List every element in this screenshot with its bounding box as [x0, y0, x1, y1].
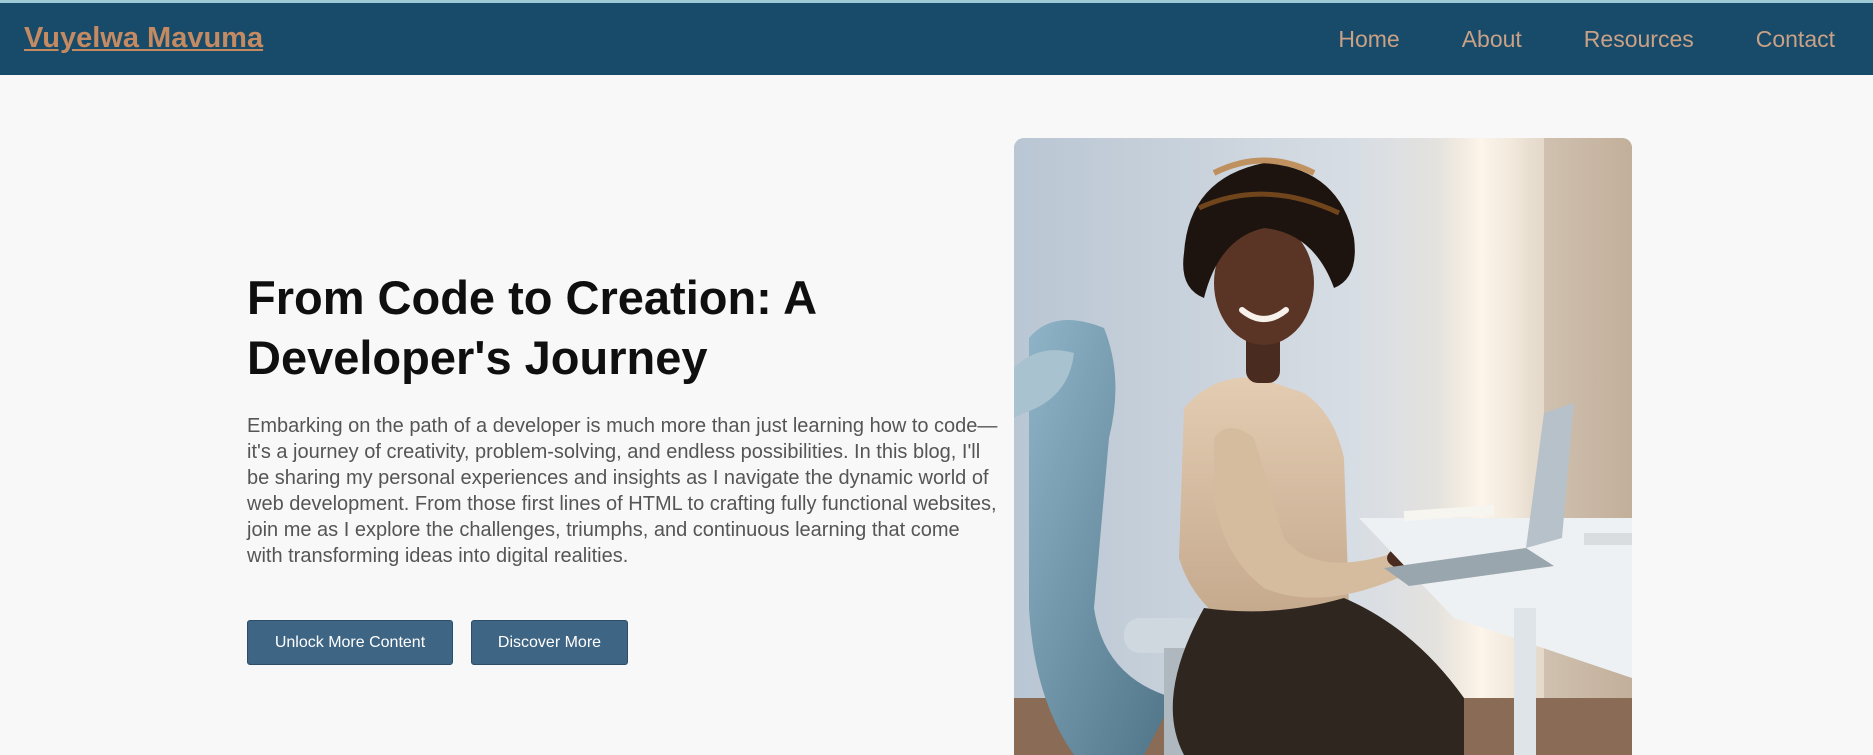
nav-contact[interactable]: Contact	[1756, 26, 1835, 53]
hero-title: From Code to Creation: A Developer's Jou…	[247, 271, 816, 384]
nav-menu: Home About Resources Contact	[1276, 26, 1835, 53]
nav-about[interactable]: About	[1462, 26, 1522, 53]
unlock-more-content-button[interactable]: Unlock More Content	[247, 620, 453, 665]
hero-description: Embarking on the path of a developer is …	[247, 415, 998, 567]
hero-photo	[1014, 138, 1632, 755]
navbar: Vuyelwa Mavuma Home About Resources Cont…	[0, 3, 1873, 75]
brand-link[interactable]: Vuyelwa Mavuma	[24, 22, 263, 55]
nav-home[interactable]: Home	[1338, 26, 1399, 53]
discover-more-button[interactable]: Discover More	[471, 620, 628, 665]
nav-resources[interactable]: Resources	[1584, 26, 1694, 53]
